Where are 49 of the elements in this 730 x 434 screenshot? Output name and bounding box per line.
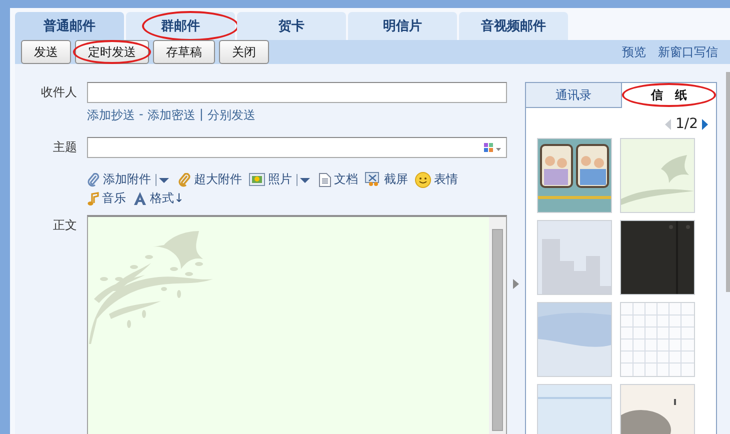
toolbar-link[interactable]: 超大附件 <box>194 171 242 188</box>
panel-tab[interactable]: 信 纸 <box>622 83 716 108</box>
scrollbar[interactable] <box>489 217 506 434</box>
paperclip-icon[interactable] <box>87 172 100 186</box>
separator-text: | <box>199 107 204 123</box>
toolbar-link[interactable]: 表情 <box>434 171 458 188</box>
dropdown-arrow-icon[interactable] <box>296 174 312 186</box>
mail-tab[interactable]: 群邮件 <box>126 12 235 40</box>
toolbar-button[interactable]: 存草稿 <box>153 40 215 64</box>
separator-text: - <box>139 107 144 123</box>
toolbar-link[interactable]: 新窗口写信 <box>658 44 718 60</box>
toolbar-link[interactable]: 截屏 <box>384 171 408 188</box>
toolbar-link[interactable]: 格式↓ <box>150 190 184 207</box>
recipient-link[interactable]: 分别发送 <box>207 107 256 124</box>
expand-arrow-icon[interactable] <box>513 279 519 289</box>
toolbar-link[interactable]: 添加附件 <box>103 171 151 188</box>
smiley-icon[interactable] <box>415 172 431 188</box>
page-indicator: 1/2 <box>675 116 698 132</box>
paperclip-icon[interactable] <box>178 172 191 186</box>
mail-tab[interactable]: 明信片 <box>348 12 457 40</box>
photo-icon[interactable] <box>249 173 265 186</box>
recipient-field[interactable] <box>87 82 507 103</box>
toolbar-link[interactable]: 文档 <box>334 171 358 188</box>
recipient-link[interactable]: 添加抄送 <box>87 107 135 124</box>
toolbar-button[interactable]: 发送 <box>21 40 71 64</box>
next-page-icon[interactable] <box>702 118 708 130</box>
mail-tab[interactable]: 普通邮件 <box>15 12 124 40</box>
field-label: 收件人 <box>40 84 78 101</box>
scrollbar[interactable] <box>726 72 730 292</box>
toolbar-link[interactable]: 预览 <box>622 44 646 60</box>
mail-tab[interactable]: 音视频邮件 <box>459 12 568 40</box>
panel-tab[interactable]: 通讯录 <box>526 83 622 108</box>
subject-field[interactable] <box>87 137 507 158</box>
recipient-link[interactable]: 添加密送 <box>147 107 196 124</box>
body-editor[interactable] <box>87 215 507 434</box>
music-note-icon[interactable] <box>87 192 99 206</box>
toolbar-button[interactable]: 关闭 <box>219 40 269 64</box>
field-label: 正文 <box>52 217 78 234</box>
toolbar-button[interactable]: 定时发送 <box>75 40 149 64</box>
color-picker-icon[interactable] <box>484 142 502 152</box>
toolbar-link[interactable]: 照片 <box>268 171 292 188</box>
font-icon[interactable] <box>133 192 147 205</box>
toolbar-link[interactable]: 音乐 <box>102 190 126 207</box>
previous-page-icon[interactable] <box>665 118 672 130</box>
document-icon[interactable] <box>319 172 331 186</box>
scissors-icon[interactable] <box>365 172 381 187</box>
mail-tab[interactable]: 贺卡 <box>237 12 346 40</box>
field-label: 主题 <box>52 139 78 156</box>
dropdown-arrow-icon[interactable] <box>155 174 171 186</box>
